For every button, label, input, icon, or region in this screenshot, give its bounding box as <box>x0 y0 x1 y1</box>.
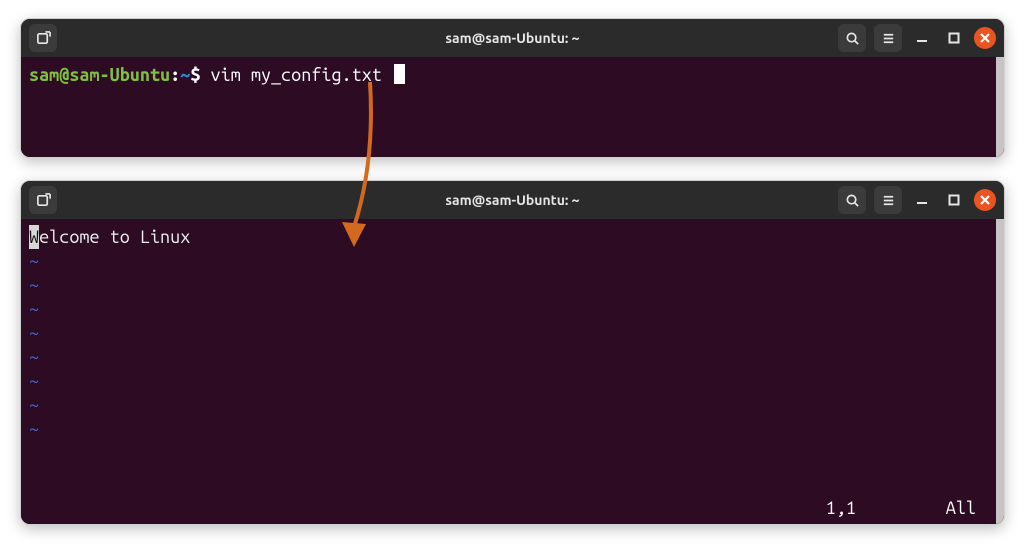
minimize-button[interactable] <box>910 26 934 50</box>
vim-status-line: 1,1 All <box>21 496 996 520</box>
typed-command: vim my_config.txt <box>211 65 382 85</box>
vim-tilde-line: ~ <box>29 249 996 273</box>
vim-tilde-line: ~ <box>29 273 996 297</box>
close-button[interactable] <box>974 189 996 211</box>
hamburger-menu-button[interactable] <box>874 24 902 52</box>
vim-tilde-line: ~ <box>29 417 996 441</box>
vim-tilde-line: ~ <box>29 393 996 417</box>
cursor-icon <box>394 64 405 84</box>
prompt-user-host: sam@sam-Ubuntu <box>29 65 170 85</box>
maximize-button[interactable] <box>942 188 966 212</box>
terminal-window-vim: sam@sam-Ubuntu: ~ Welcome to Linux ~~~~~… <box>20 180 1005 525</box>
search-button[interactable] <box>838 24 866 52</box>
hamburger-menu-button[interactable] <box>874 186 902 214</box>
vim-body[interactable]: Welcome to Linux ~~~~~~~~ 1,1 All <box>21 219 1004 524</box>
search-button[interactable] <box>838 186 866 214</box>
terminal-body[interactable]: sam@sam-Ubuntu:~$ vim my_config.txt <box>21 57 1004 157</box>
vim-scroll-indicator: All <box>946 496 976 520</box>
file-content-rest: elcome to Linux <box>39 227 190 247</box>
vim-tilde-line: ~ <box>29 321 996 345</box>
new-tab-button[interactable] <box>29 186 57 214</box>
prompt-symbol: $ <box>190 65 200 85</box>
vim-tilde-line: ~ <box>29 369 996 393</box>
scrollbar[interactable] <box>996 219 1004 524</box>
prompt-separator: : <box>170 65 180 85</box>
file-content-line: Welcome to Linux <box>29 225 996 249</box>
titlebar[interactable]: sam@sam-Ubuntu: ~ <box>21 19 1004 57</box>
minimize-button[interactable] <box>910 188 934 212</box>
vim-tilde-line: ~ <box>29 345 996 369</box>
scrollbar[interactable] <box>996 57 1004 157</box>
prompt-line: sam@sam-Ubuntu:~$ vim my_config.txt <box>29 63 996 87</box>
new-tab-button[interactable] <box>29 24 57 52</box>
vim-tilde-line: ~ <box>29 297 996 321</box>
close-button[interactable] <box>974 27 996 49</box>
cursor-char: W <box>29 225 39 249</box>
prompt-path: ~ <box>180 65 190 85</box>
vim-empty-lines: ~~~~~~~~ <box>29 249 996 441</box>
terminal-window-shell: sam@sam-Ubuntu: ~ sam@sam-Ubuntu:~$ vim … <box>20 18 1005 158</box>
maximize-button[interactable] <box>942 26 966 50</box>
titlebar[interactable]: sam@sam-Ubuntu: ~ <box>21 181 1004 219</box>
